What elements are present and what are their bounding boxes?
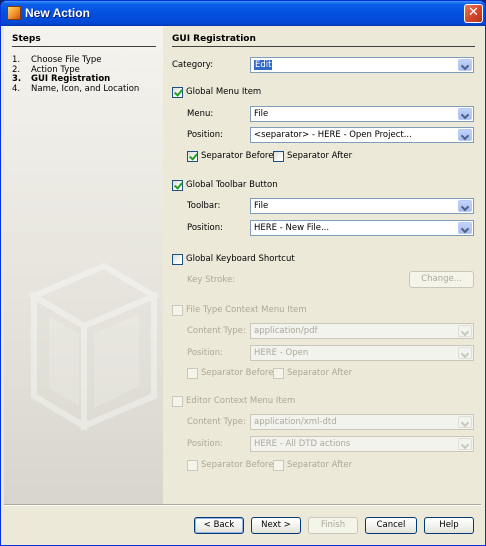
file-type-context-menu-checkbox[interactable] [172,305,183,316]
step-label: Name, Icon, and Location [31,83,140,94]
cube-watermark-image [27,262,161,432]
global-keyboard-shortcut-label[interactable]: Global Keyboard Shortcut [186,254,295,265]
chevron-down-icon[interactable] [458,416,472,428]
button-bar-divider-highlight [4,505,481,506]
window-title: New Action [25,6,90,20]
cancel-button[interactable]: Cancel [365,517,417,534]
app-icon [7,6,21,20]
chevron-down-icon[interactable] [458,325,472,337]
editor-separator-after-checkbox[interactable] [273,460,284,471]
menu-position-label: Position: [187,130,223,140]
global-toolbar-button-checkbox[interactable] [172,180,183,191]
step-item: 4. Name, Icon, and Location [12,83,140,95]
menu-separator-before-label[interactable]: Separator Before [201,151,273,162]
menu-separator-before-checkbox[interactable] [187,151,198,162]
steps-divider [12,46,156,47]
change-button[interactable]: Change... [409,271,474,288]
toolbar-position-value: HERE - New File... [254,223,330,233]
editor-content-type-label: Content Type: [187,417,246,427]
editor-separator-before-checkbox[interactable] [187,460,198,471]
toolbar-value: File [254,201,269,211]
category-value: Edit [254,60,273,70]
editor-context-menu-label[interactable]: Editor Context Menu Item [186,396,295,407]
global-keyboard-shortcut-checkbox[interactable] [172,254,183,265]
steps-title: Steps [12,34,41,44]
toolbar-combo[interactable]: File [250,198,474,214]
editor-position-value: HERE - All DTD actions [254,439,351,449]
menu-combo[interactable]: File [250,106,474,122]
key-stroke-label: Key Stroke: [187,275,236,285]
title-bar[interactable]: New Action ✕ [1,1,485,26]
new-action-dialog: New Action ✕ Steps 1. Choose File Type 2… [0,0,486,546]
finish-button[interactable]: Finish [308,517,358,534]
file-separator-before-label[interactable]: Separator Before [201,368,273,379]
page-title: GUI Registration [172,34,256,44]
chevron-down-icon[interactable] [458,200,472,212]
chevron-down-icon[interactable] [458,129,472,141]
file-separator-after-checkbox[interactable] [273,368,284,379]
chevron-down-icon[interactable] [458,222,472,234]
toolbar-position-label: Position: [187,223,223,233]
editor-content-type-value: application/xml-dtd [254,417,337,427]
editor-position-label: Position: [187,439,223,449]
editor-separator-after-label[interactable]: Separator After [287,460,352,471]
file-separator-before-checkbox[interactable] [187,368,198,379]
editor-context-menu-checkbox[interactable] [172,396,183,407]
step-number: 4. [12,83,21,94]
toolbar-label: Toolbar: [187,201,221,211]
editor-position-combo[interactable]: HERE - All DTD actions [250,436,474,452]
file-content-type-combo[interactable]: application/pdf [250,323,474,339]
file-content-type-label: Content Type: [187,326,246,336]
file-separator-after-label[interactable]: Separator After [287,368,352,379]
file-position-label: Position: [187,348,223,358]
editor-separator-before-label[interactable]: Separator Before [201,460,273,471]
category-combo[interactable]: Edit [250,57,474,73]
close-button[interactable]: ✕ [464,4,483,23]
global-menu-item-checkbox[interactable] [172,87,183,98]
steps-list: 1. Choose File Type 2. Action Type 3. GU… [12,55,140,95]
editor-content-type-combo[interactable]: application/xml-dtd [250,414,474,430]
menu-position-value: <separator> - HERE - Open Project... [254,130,412,140]
menu-position-combo[interactable]: <separator> - HERE - Open Project... [250,127,474,143]
category-label: Category: [172,60,214,70]
back-button[interactable]: < Back [194,517,244,534]
help-button[interactable]: Help [424,517,474,534]
menu-separator-after-label[interactable]: Separator After [287,151,352,162]
global-menu-item-label[interactable]: Global Menu Item [186,87,261,98]
menu-value: File [254,109,269,119]
chevron-down-icon[interactable] [458,108,472,120]
steps-panel: Steps 1. Choose File Type 2. Action Type… [4,26,163,504]
chevron-down-icon[interactable] [458,59,472,71]
menu-label: Menu: [187,109,214,119]
chevron-down-icon[interactable] [458,438,472,450]
file-content-type-value: application/pdf [254,326,318,336]
file-position-combo[interactable]: HERE - Open [250,345,474,361]
content-panel: GUI Registration Category: Edit Global M… [163,26,481,504]
file-type-context-menu-label[interactable]: File Type Context Menu Item [186,305,307,316]
next-button[interactable]: Next > [251,517,301,534]
title-divider [172,46,475,47]
chevron-down-icon[interactable] [458,347,472,359]
global-toolbar-button-label[interactable]: Global Toolbar Button [186,180,278,191]
toolbar-position-combo[interactable]: HERE - New File... [250,220,474,236]
file-position-value: HERE - Open [254,348,309,358]
menu-separator-after-checkbox[interactable] [273,151,284,162]
